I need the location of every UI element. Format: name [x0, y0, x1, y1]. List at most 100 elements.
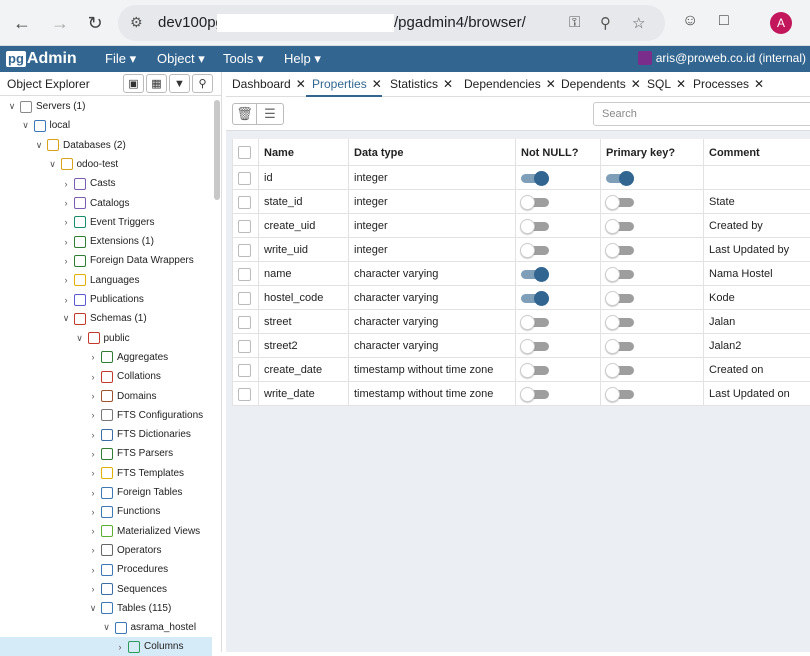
table-row[interactable]: create_uid integer Created by: [232, 214, 810, 238]
not-null-toggle[interactable]: [520, 243, 549, 258]
tree-node[interactable]: › Foreign Data Wrappers: [0, 251, 194, 270]
tree-node[interactable]: › Materialized Views: [0, 522, 200, 541]
table-row[interactable]: id integer: [232, 166, 810, 190]
search-objects-icon[interactable]: ⚲: [192, 74, 213, 93]
close-icon[interactable]: ✕: [546, 77, 556, 91]
close-icon[interactable]: ✕: [296, 77, 306, 91]
not-null-toggle[interactable]: [521, 291, 549, 306]
tree-node[interactable]: ∨ public: [0, 329, 130, 348]
tree-node[interactable]: › FTS Templates: [0, 464, 184, 483]
tab-sql[interactable]: SQL ✕: [647, 77, 686, 91]
tree-node[interactable]: ∨ Databases (2): [0, 136, 126, 155]
primary-key-toggle[interactable]: [605, 315, 634, 330]
not-null-toggle[interactable]: [520, 387, 549, 402]
chevron-right-icon[interactable]: ›: [88, 565, 98, 575]
tree-node[interactable]: › Columns: [0, 637, 212, 656]
chevron-right-icon[interactable]: ›: [88, 488, 98, 498]
row-checkbox[interactable]: [238, 243, 251, 257]
primary-key-toggle[interactable]: [605, 267, 634, 282]
query-tool-icon[interactable]: ▣: [123, 74, 144, 93]
chevron-down-icon[interactable]: ∨: [34, 140, 44, 151]
not-null-toggle[interactable]: [520, 195, 549, 210]
zoom-icon[interactable]: ⚲: [600, 14, 611, 32]
tree-node[interactable]: ∨ odoo-test: [0, 155, 118, 174]
table-row[interactable]: street2 character varying Jalan2: [232, 334, 810, 358]
tree-node[interactable]: › Event Triggers: [0, 213, 154, 232]
tree-node[interactable]: › Procedures: [0, 560, 168, 579]
tab-dependencies[interactable]: Dependencies ✕: [464, 77, 556, 91]
tree-node[interactable]: ∨ asrama_hostel: [0, 618, 196, 637]
row-checkbox[interactable]: [238, 219, 251, 233]
tab-dashboard[interactable]: Dashboard ✕: [232, 77, 306, 91]
chevron-right-icon[interactable]: ›: [88, 449, 98, 459]
chevron-right-icon[interactable]: ›: [88, 410, 98, 420]
table-row[interactable]: state_id integer State: [232, 190, 810, 214]
tree-node[interactable]: › FTS Dictionaries: [0, 425, 191, 444]
table-row[interactable]: create_date timestamp without time zone Cr…: [232, 358, 810, 382]
tree-node[interactable]: › Domains: [0, 387, 156, 406]
chevron-right-icon[interactable]: ›: [61, 198, 71, 208]
tree-node[interactable]: › Publications: [0, 290, 144, 309]
close-icon[interactable]: ✕: [754, 77, 764, 91]
delete-icon[interactable]: 🗑: [232, 103, 257, 125]
chevron-down-icon[interactable]: ∨: [102, 622, 112, 633]
chevron-right-icon[interactable]: ›: [88, 507, 98, 517]
row-checkbox[interactable]: [238, 267, 251, 281]
primary-key-toggle[interactable]: [605, 291, 634, 306]
primary-key-toggle[interactable]: [606, 171, 634, 186]
chevron-down-icon[interactable]: ∨: [48, 159, 58, 170]
chevron-right-icon[interactable]: ›: [115, 642, 125, 652]
chevron-right-icon[interactable]: ›: [88, 545, 98, 555]
not-null-toggle[interactable]: [520, 315, 549, 330]
chevron-right-icon[interactable]: ›: [61, 275, 71, 285]
bookmark-star-icon[interactable]: ☆: [632, 14, 645, 32]
tab-processes[interactable]: Processes ✕: [693, 77, 764, 91]
tree-node[interactable]: › Extensions (1): [0, 232, 154, 251]
address-bar[interactable]: ⚙ dev100pg /pgadmin4/browser/ ⚿ ⚲ ☆: [118, 5, 665, 41]
primary-key-toggle[interactable]: [605, 195, 634, 210]
reload-icon[interactable]: ↻: [83, 11, 107, 35]
chevron-right-icon[interactable]: ›: [88, 430, 98, 440]
table-row[interactable]: name character varying Nama Hostel: [232, 262, 810, 286]
row-checkbox[interactable]: [238, 291, 251, 305]
back-arrow-icon[interactable]: ←: [10, 11, 34, 35]
tree-node[interactable]: ∨ local: [0, 116, 70, 135]
tree-node[interactable]: › Sequences: [0, 580, 167, 599]
row-checkbox[interactable]: [238, 339, 251, 353]
row-checkbox[interactable]: [238, 387, 251, 401]
table-row[interactable]: hostel_code character varying Kode: [232, 286, 810, 310]
tab-statistics[interactable]: Statistics ✕: [390, 77, 453, 91]
chevron-down-icon[interactable]: ∨: [21, 120, 31, 131]
tree-node[interactable]: › FTS Parsers: [0, 444, 173, 463]
row-checkbox[interactable]: [238, 195, 251, 209]
primary-key-toggle[interactable]: [605, 387, 634, 402]
tree-node[interactable]: › Catalogs: [0, 194, 129, 213]
primary-key-toggle[interactable]: [605, 339, 634, 354]
tree-scrollbar[interactable]: [214, 100, 220, 200]
tree-node[interactable]: ∨ Tables (115): [0, 599, 171, 618]
primary-key-toggle[interactable]: [605, 243, 634, 258]
row-checkbox[interactable]: [238, 146, 251, 159]
tab-dependents[interactable]: Dependents ✕: [561, 77, 641, 91]
not-null-toggle[interactable]: [520, 219, 549, 234]
chevron-right-icon[interactable]: ›: [61, 237, 71, 247]
chevron-right-icon[interactable]: ›: [61, 256, 71, 266]
row-checkbox[interactable]: [238, 315, 251, 329]
menu-file[interactable]: File ▾: [105, 51, 136, 67]
site-info-icon[interactable]: ⚙: [130, 14, 143, 31]
chevron-right-icon[interactable]: ›: [88, 391, 98, 401]
tree-node[interactable]: ∨ Schemas (1): [0, 309, 147, 328]
not-null-toggle[interactable]: [521, 267, 549, 282]
row-checkbox[interactable]: [238, 363, 251, 377]
extension-avatar-icon[interactable]: ☺: [682, 12, 698, 30]
menu-help[interactable]: Help ▾: [284, 51, 321, 67]
close-icon[interactable]: ✕: [372, 77, 382, 91]
not-null-toggle[interactable]: [520, 363, 549, 378]
tree-node[interactable]: › Languages: [0, 271, 140, 290]
chevron-down-icon[interactable]: ∨: [75, 333, 85, 344]
filtered-rows-icon[interactable]: ▼: [169, 74, 190, 93]
chevron-right-icon[interactable]: ›: [88, 526, 98, 536]
tree-node[interactable]: › FTS Configurations: [0, 406, 203, 425]
extensions-puzzle-icon[interactable]: □: [719, 12, 729, 30]
forward-arrow-icon[interactable]: →: [48, 11, 72, 35]
